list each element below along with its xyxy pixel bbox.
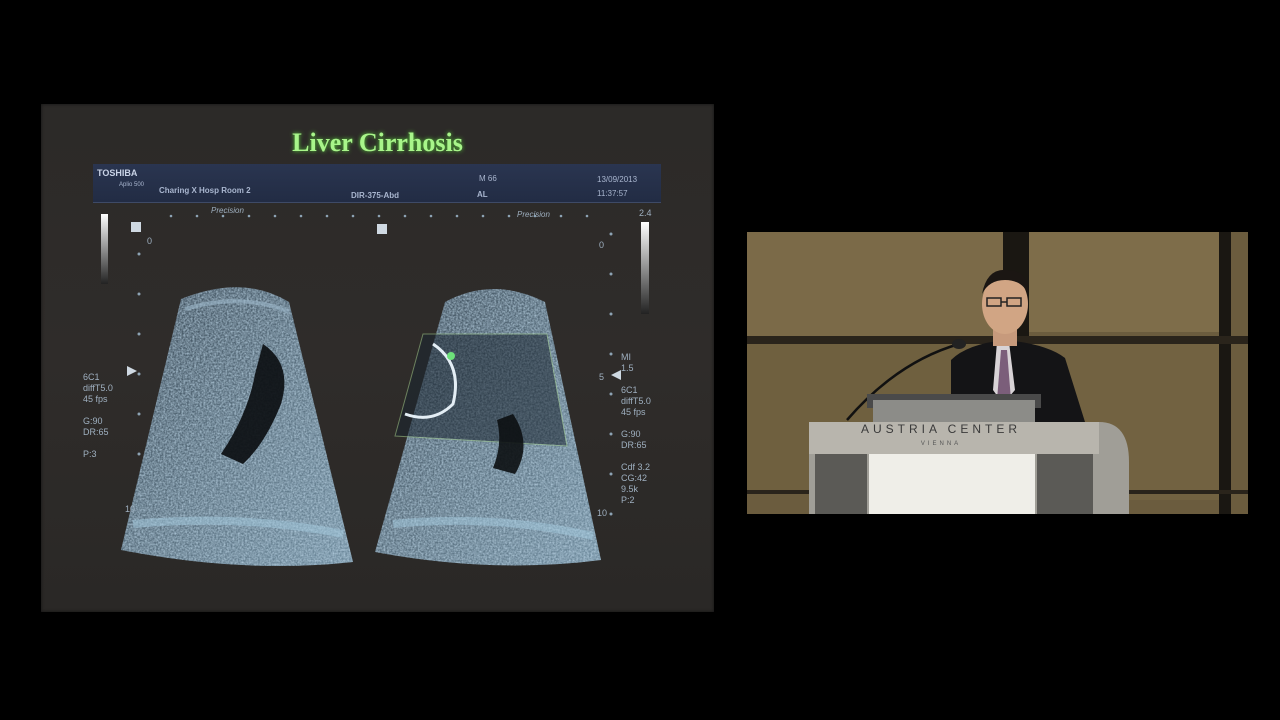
depth-five-right: 5	[599, 372, 605, 382]
parameter-line: 45 fps	[621, 407, 646, 417]
parameter-line: G:90	[83, 416, 103, 426]
parameter-line	[83, 405, 113, 416]
parameter-line: DR:65	[83, 427, 109, 437]
ultrasound-display: TOSHIBA Aplio 500 Charing X Hosp Room 2 …	[83, 164, 665, 584]
depth-ten-left: 10	[125, 504, 136, 514]
parameter-line: 6C1	[83, 372, 100, 382]
right-scan-image	[375, 289, 601, 566]
ultrasound-images	[101, 214, 649, 566]
parameter-line: G:90	[621, 429, 641, 439]
parameter-line	[83, 438, 113, 449]
left-scan-image	[121, 287, 353, 566]
parameter-line: 1.5	[621, 363, 634, 373]
depth-zero-right: 0	[599, 240, 605, 250]
speaker-scene	[747, 232, 1248, 514]
parameter-line: 45 fps	[83, 394, 108, 404]
parameter-line	[621, 374, 651, 385]
speaker-video: AUSTRIA CENTER VIENNA	[747, 232, 1248, 514]
podium-brand-text: AUSTRIA CENTER	[860, 422, 1021, 436]
parameter-line: 9.5k	[621, 484, 639, 494]
slide-title: Liver Cirrhosis	[292, 128, 463, 157]
depth-zero-left: 0	[147, 236, 153, 246]
parameter-line: diffT5.0	[621, 396, 651, 406]
probe-marker-center	[377, 224, 387, 234]
parameter-line: Cdf 3.2	[621, 462, 651, 472]
parameter-line: DR:65	[621, 440, 647, 450]
parameter-line: 6C1	[621, 385, 638, 395]
parameter-line: diffT5.0	[83, 383, 113, 393]
greyscale-bar-left	[101, 214, 108, 284]
projected-slide: Liver Cirrhosis TOSHIBA Aplio 500 Charin…	[41, 104, 714, 612]
right-parameter-list: MI 1.5 6C1 diffT5.0 45 fps G:90 DR:65 Cdf 3.…	[621, 352, 651, 506]
podium-city-text: VIENNA	[920, 441, 962, 447]
parameter-line: MI	[621, 352, 631, 362]
left-parameter-list: 6C1 diffT5.0 45 fps G:90 DR:65 P:3	[83, 372, 113, 460]
focus-marker-right	[611, 370, 621, 380]
parameter-line	[621, 418, 651, 429]
parameter-line: CG:42	[621, 473, 648, 483]
parameter-line: P:2	[621, 495, 635, 505]
probe-marker-left	[131, 222, 141, 232]
focus-marker-left	[127, 366, 137, 376]
parameter-line: P:3	[83, 449, 97, 459]
depth-ten-right: 10	[597, 508, 608, 518]
parameter-line	[621, 451, 651, 462]
greyscale-bar-right	[641, 222, 649, 314]
